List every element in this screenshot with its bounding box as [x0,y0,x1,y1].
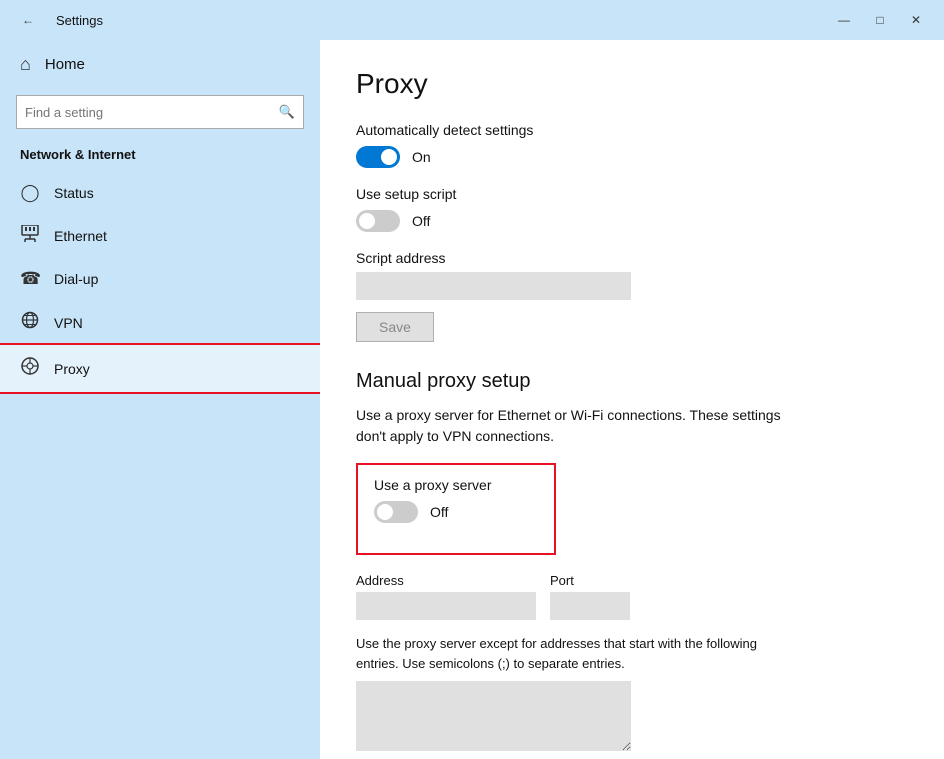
port-group: Port [550,573,630,620]
manual-proxy-description: Use a proxy server for Ethernet or Wi-Fi… [356,405,786,447]
search-icon: 🔍 [279,104,295,120]
sidebar-label-vpn: VPN [54,315,83,331]
close-button[interactable]: ✕ [900,6,932,34]
search-input[interactable] [25,105,279,120]
content-area: Proxy Automatically detect settings On U… [320,40,944,759]
auto-detect-knob [381,149,397,165]
category-title: Network & Internet [0,143,320,172]
title-bar-title: Settings [56,13,103,28]
auto-detect-status: On [412,149,431,165]
sidebar-home-item[interactable]: ⌂ Home [0,40,320,89]
sidebar: ⌂ Home 🔍 Network & Internet ◯ Status [0,40,320,759]
back-button[interactable]: ← [12,6,44,34]
save-button[interactable]: Save [356,312,434,342]
setup-script-label: Use setup script [356,186,908,202]
exceptions-description: Use the proxy server except for addresse… [356,634,786,673]
sidebar-label-ethernet: Ethernet [54,228,107,244]
sidebar-label-proxy: Proxy [54,361,90,377]
sidebar-item-ethernet[interactable]: Ethernet [0,214,320,258]
use-proxy-server-label: Use a proxy server [374,477,538,493]
sidebar-label-dialup: Dial-up [54,271,98,287]
exceptions-textarea[interactable] [356,681,631,751]
use-proxy-knob [377,504,393,520]
ethernet-icon [20,225,40,247]
address-group: Address [356,573,536,620]
setup-script-toggle[interactable] [356,210,400,232]
sidebar-item-status[interactable]: ◯ Status [0,172,320,214]
port-label: Port [550,573,630,588]
setup-script-toggle-row: Off [356,210,908,232]
auto-detect-toggle[interactable] [356,146,400,168]
proxy-server-box: Use a proxy server Off [356,463,556,555]
main-layout: ⌂ Home 🔍 Network & Internet ◯ Status [0,40,944,759]
maximize-button[interactable]: □ [864,6,896,34]
script-address-label: Script address [356,250,908,266]
home-icon: ⌂ [20,54,31,75]
script-address-input[interactable] [356,272,631,300]
sidebar-item-vpn[interactable]: VPN [0,300,320,345]
auto-detect-toggle-row: On [356,146,908,168]
use-proxy-toggle-row: Off [374,501,538,523]
port-input[interactable] [550,592,630,620]
title-bar-left: ← Settings [12,6,103,34]
title-bar: ← Settings — □ ✕ [0,0,944,40]
proxy-icon [20,356,40,381]
page-title: Proxy [356,68,908,100]
sidebar-label-status: Status [54,185,94,201]
dialup-icon: ☎ [20,269,40,289]
sidebar-item-dialup[interactable]: ☎ Dial-up [0,258,320,300]
search-box: 🔍 [16,95,304,129]
title-bar-controls: — □ ✕ [828,6,932,34]
minimize-button[interactable]: — [828,6,860,34]
use-proxy-status: Off [430,504,448,520]
address-port-row: Address Port [356,573,908,620]
address-label: Address [356,573,536,588]
status-icon: ◯ [20,183,40,203]
home-label: Home [45,56,85,73]
setup-script-status: Off [412,213,430,229]
sidebar-item-proxy[interactable]: Proxy [0,345,320,392]
use-proxy-toggle[interactable] [374,501,418,523]
auto-detect-label: Automatically detect settings [356,122,908,138]
manual-proxy-title: Manual proxy setup [356,370,908,393]
setup-script-knob [359,213,375,229]
address-input[interactable] [356,592,536,620]
vpn-icon [20,311,40,334]
